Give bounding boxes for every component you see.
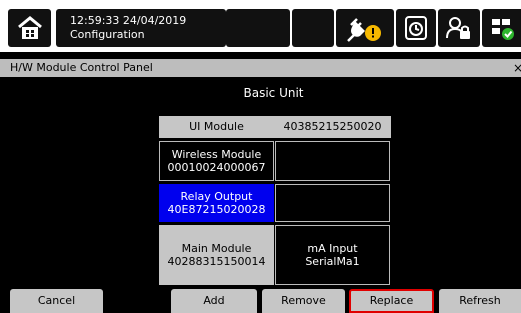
module-serial: 40288315150014: [167, 255, 266, 268]
home-button[interactable]: [8, 9, 51, 47]
close-icon[interactable]: ×: [513, 59, 521, 77]
module-name: Wireless Module: [171, 148, 262, 161]
module-serial: 00010024000067: [167, 161, 266, 174]
ui-module-label: UI Module: [159, 116, 274, 138]
module-slot-empty[interactable]: [275, 184, 390, 222]
panel-title: H/W Module Control Panel: [10, 61, 153, 74]
remove-button[interactable]: Remove: [262, 289, 345, 313]
section-title: Basic Unit: [243, 86, 304, 100]
module-slot-relay-selected[interactable]: Relay Output 40E87215020028: [159, 184, 274, 222]
panel-title-bar: H/W Module Control Panel ×: [0, 59, 521, 77]
network-icon: [491, 19, 514, 40]
power-plug-alarm-icon: [347, 18, 381, 42]
cancel-button[interactable]: Cancel: [10, 289, 103, 313]
status-datetime: 12:59:33 24/04/2019 Configuration: [56, 9, 226, 47]
replace-button[interactable]: Replace: [349, 289, 434, 313]
module-slot-main[interactable]: Main Module 40288315150014: [159, 225, 274, 285]
user-button[interactable]: [438, 9, 480, 47]
add-button[interactable]: Add: [171, 289, 257, 313]
network-button[interactable]: [482, 9, 521, 47]
module-name: Relay Output: [180, 190, 253, 203]
clock-button[interactable]: [396, 9, 436, 47]
module-name: Main Module: [181, 242, 252, 255]
user-lock-icon: [446, 17, 470, 39]
module-name: mA Input: [307, 242, 358, 255]
home-icon: [17, 16, 42, 39]
module-serial: SerialMa1: [305, 255, 360, 268]
top-bar: 12:59:33 24/04/2019 Configuration: [0, 0, 521, 52]
ui-module-serial: 40385215250020: [274, 116, 391, 138]
status-spacer-2: [292, 9, 334, 47]
screen-name: Configuration: [70, 28, 145, 41]
status-spacer: [226, 9, 290, 47]
module-slot-ma-input[interactable]: mA Input SerialMa1: [275, 225, 390, 285]
module-slot-wireless[interactable]: Wireless Module 00010024000067: [159, 141, 274, 181]
refresh-button[interactable]: Refresh: [439, 289, 521, 313]
module-slot-empty[interactable]: [275, 141, 390, 181]
time-date: 12:59:33 24/04/2019: [70, 14, 187, 27]
clock-icon: [405, 16, 427, 40]
power-alarm-button[interactable]: [336, 9, 394, 47]
module-serial: 40E87215020028: [167, 203, 266, 216]
